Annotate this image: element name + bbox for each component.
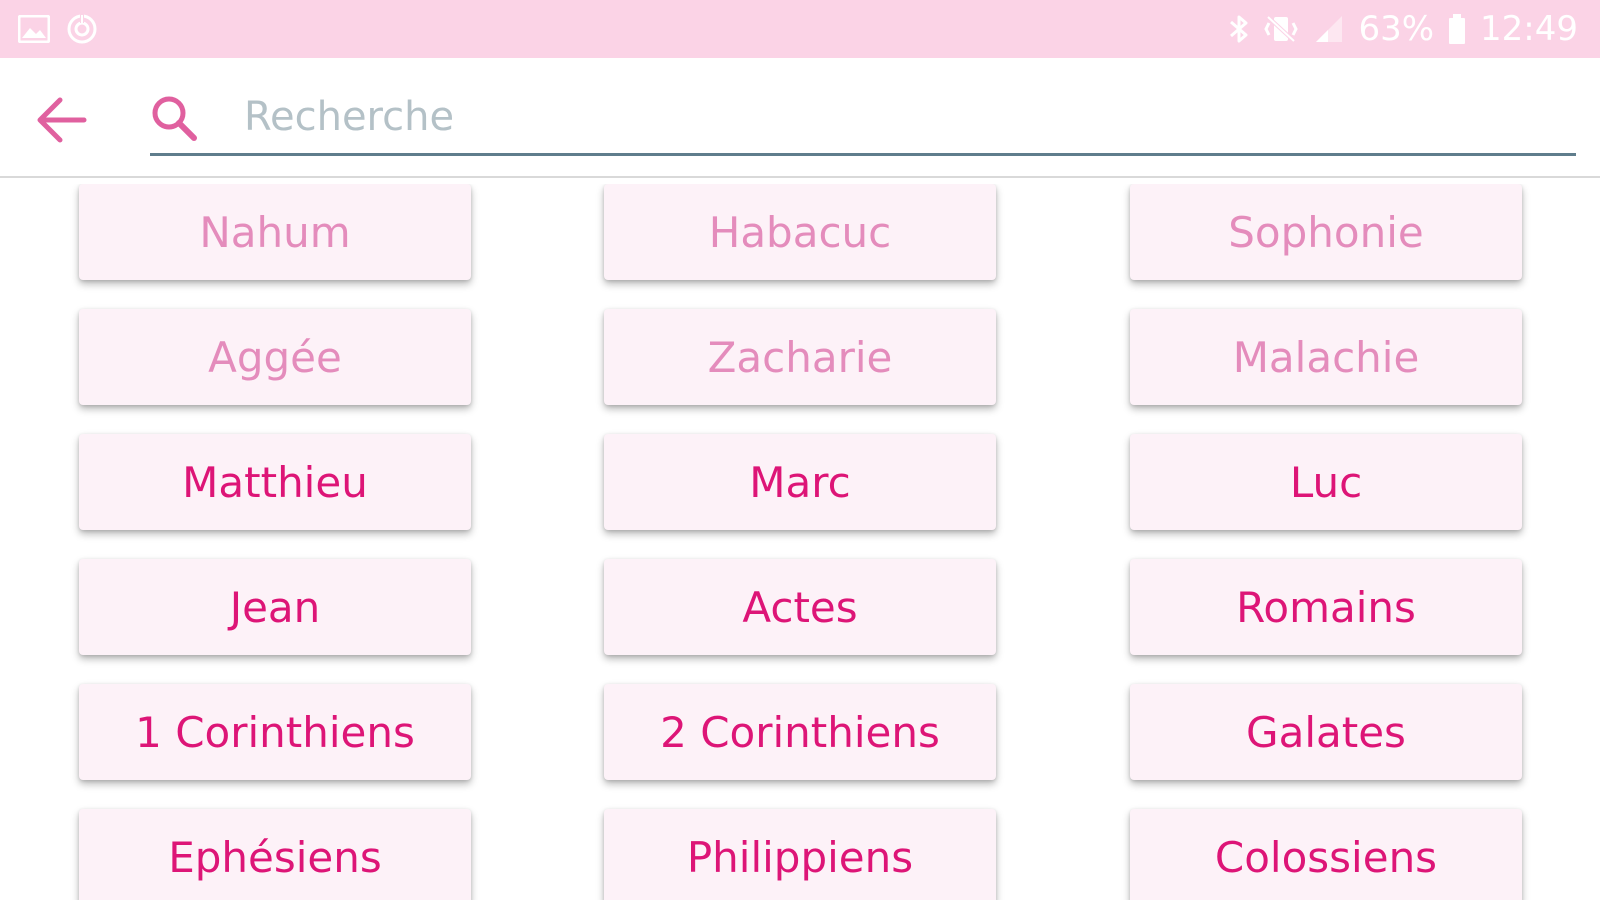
battery-percentage: 63%: [1358, 9, 1435, 49]
status-bar: 63% 12:49: [0, 0, 1600, 58]
back-button[interactable]: [30, 88, 94, 152]
book-button[interactable]: Nahum: [79, 184, 471, 280]
book-button[interactable]: Malachie: [1130, 309, 1522, 405]
signal-icon: [1312, 14, 1344, 44]
book-button[interactable]: 1 Corinthiens: [79, 684, 471, 780]
book-button[interactable]: Jean: [79, 559, 471, 655]
book-button[interactable]: Habacuc: [604, 184, 996, 280]
book-button[interactable]: Aggée: [79, 309, 471, 405]
battery-icon: [1448, 13, 1466, 45]
book-button[interactable]: 2 Corinthiens: [604, 684, 996, 780]
clock: 12:49: [1480, 9, 1578, 49]
book-button[interactable]: Marc: [604, 434, 996, 530]
book-grid: Nahum Habacuc Sophonie Aggée Zacharie Malachi…: [0, 184, 1600, 900]
search-field: [150, 80, 1576, 156]
search-icon: [150, 94, 200, 144]
book-button[interactable]: Romains: [1130, 559, 1522, 655]
status-bar-right: 63% 12:49: [1228, 9, 1578, 49]
book-button[interactable]: Sophonie: [1130, 184, 1522, 280]
status-bar-left: [18, 13, 98, 45]
book-button[interactable]: Actes: [604, 559, 996, 655]
book-button[interactable]: Philippiens: [604, 809, 996, 900]
book-button[interactable]: Ephésiens: [79, 809, 471, 900]
search-input[interactable]: [242, 80, 1546, 154]
book-button[interactable]: Zacharie: [604, 309, 996, 405]
image-icon: [18, 15, 50, 43]
book-button[interactable]: Matthieu: [79, 434, 471, 530]
bluetooth-icon: [1228, 13, 1250, 45]
vibrate-icon: [1264, 13, 1299, 45]
book-button[interactable]: Colossiens: [1130, 809, 1522, 900]
book-button[interactable]: Luc: [1130, 434, 1522, 530]
arrow-left-icon: [37, 97, 87, 143]
sync-icon: [66, 13, 98, 45]
book-button[interactable]: Galates: [1130, 684, 1522, 780]
search-toolbar: [0, 58, 1600, 178]
